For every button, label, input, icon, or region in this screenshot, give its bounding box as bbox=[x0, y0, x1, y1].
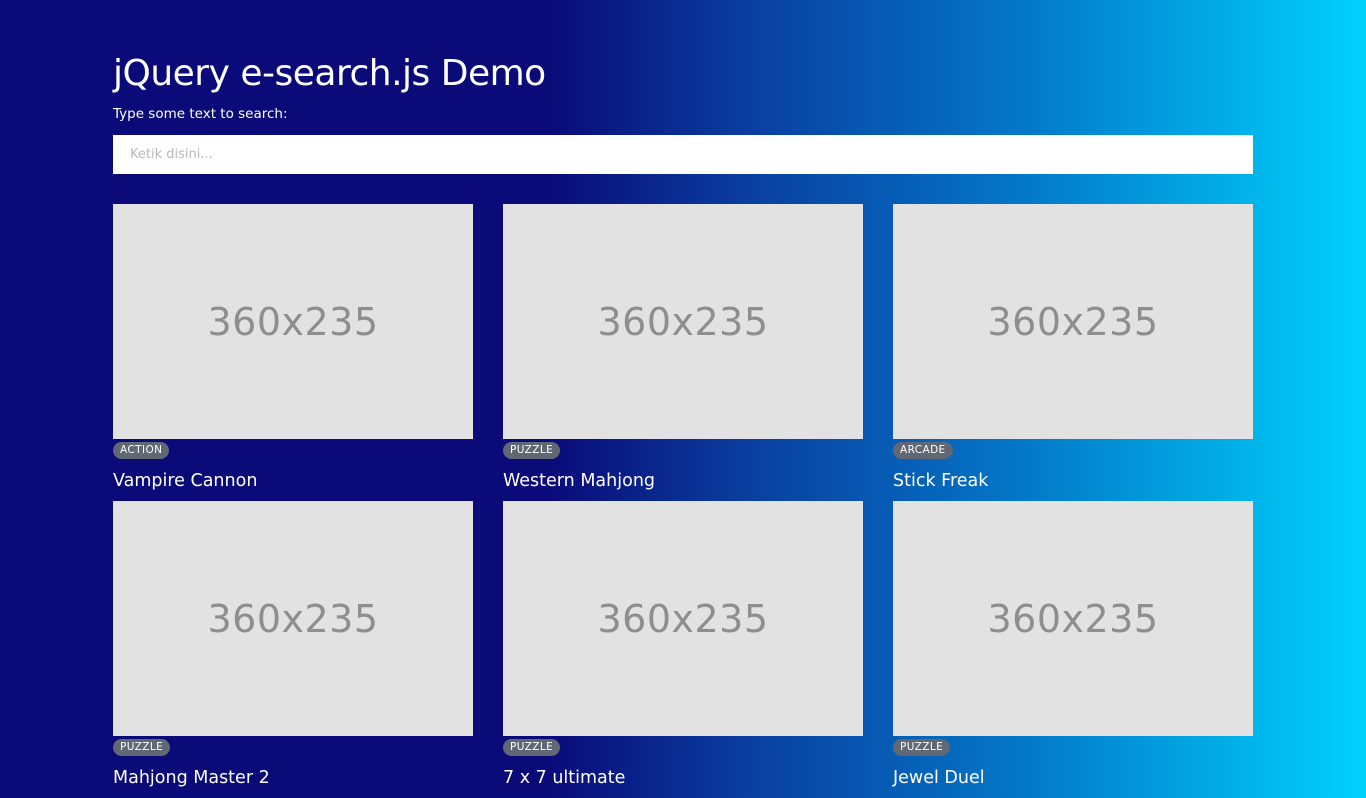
game-thumbnail[interactable]: 360x235 bbox=[503, 204, 863, 439]
game-card[interactable]: 360x235 PUZZLE 7 x 7 ultimate bbox=[503, 501, 863, 798]
game-card[interactable]: 360x235 ACTION Vampire Cannon bbox=[113, 204, 473, 501]
game-title[interactable]: 7 x 7 ultimate bbox=[503, 766, 625, 790]
game-thumbnail[interactable]: 360x235 bbox=[893, 501, 1253, 736]
thumbnail-placeholder-text: 360x235 bbox=[597, 596, 769, 641]
game-card[interactable]: 360x235 PUZZLE Western Mahjong bbox=[503, 204, 863, 501]
game-title[interactable]: Jewel Duel bbox=[893, 766, 985, 790]
category-badge: PUZZLE bbox=[503, 442, 561, 459]
game-title[interactable]: Mahjong Master 2 bbox=[113, 766, 270, 790]
game-card[interactable]: 360x235 PUZZLE Jewel Duel bbox=[893, 501, 1253, 798]
game-thumbnail[interactable]: 360x235 bbox=[113, 501, 473, 736]
game-title[interactable]: Vampire Cannon bbox=[113, 469, 257, 493]
game-card[interactable]: 360x235 PUZZLE Mahjong Master 2 bbox=[113, 501, 473, 798]
game-thumbnail[interactable]: 360x235 bbox=[113, 204, 473, 439]
category-badge: PUZZLE bbox=[503, 739, 561, 756]
category-badge: PUZZLE bbox=[893, 739, 951, 756]
game-thumbnail[interactable]: 360x235 bbox=[503, 501, 863, 736]
thumbnail-placeholder-text: 360x235 bbox=[987, 596, 1159, 641]
game-thumbnail[interactable]: 360x235 bbox=[893, 204, 1253, 439]
thumbnail-placeholder-text: 360x235 bbox=[207, 299, 379, 344]
category-badge: PUZZLE bbox=[113, 739, 171, 756]
thumbnail-placeholder-text: 360x235 bbox=[597, 299, 769, 344]
game-grid: 360x235 ACTION Vampire Cannon 360x235 PU… bbox=[113, 204, 1253, 798]
search-label: Type some text to search: bbox=[113, 106, 288, 122]
search-input[interactable] bbox=[113, 135, 1253, 174]
thumbnail-placeholder-text: 360x235 bbox=[207, 596, 379, 641]
game-title[interactable]: Western Mahjong bbox=[503, 469, 655, 493]
thumbnail-placeholder-text: 360x235 bbox=[987, 299, 1159, 344]
category-badge: ACTION bbox=[113, 442, 170, 459]
game-card[interactable]: 360x235 ARCADE Stick Freak bbox=[893, 204, 1253, 501]
category-badge: ARCADE bbox=[893, 442, 953, 459]
page-title: jQuery e-search.js Demo bbox=[113, 53, 546, 94]
game-title[interactable]: Stick Freak bbox=[893, 469, 988, 493]
